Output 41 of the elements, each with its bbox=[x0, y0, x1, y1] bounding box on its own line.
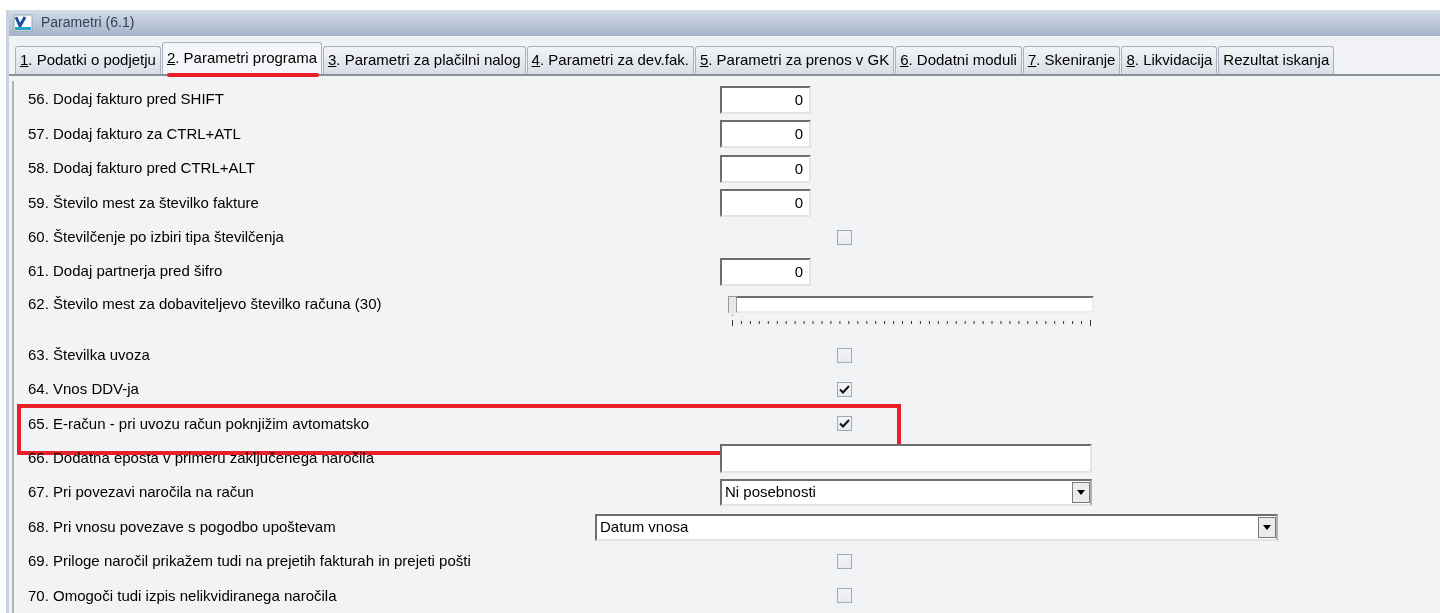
checkbox[interactable] bbox=[837, 553, 852, 569]
number-field[interactable]: 0 bbox=[720, 85, 811, 114]
tab[interactable]: Rezultat iskanja bbox=[1218, 45, 1335, 74]
tab[interactable]: 2. Parametri programa bbox=[161, 41, 322, 74]
setting-label: 61. Dodaj partnerja pred šifro bbox=[28, 261, 224, 282]
setting-label: 65. E-račun - pri uvozu račun poknjižim avtomatsko bbox=[28, 413, 370, 434]
setting-label: 63. Številka uvoza bbox=[28, 344, 151, 365]
setting-label: 70. Omogoči tudi izpis nelikvidiranega naročila bbox=[28, 585, 338, 606]
setting-label: 62. Število mest za dobaviteljevo številko računa (30) bbox=[28, 293, 383, 314]
setting-label: 59. Število mest za številko fakture bbox=[28, 192, 260, 213]
setting-label: 69. Priloge naročil prikažem tudi na prejetih fakturah in prejeti pošti bbox=[28, 551, 472, 572]
tab[interactable]: 4. Parametri za dev.fak. bbox=[526, 45, 694, 74]
checkbox[interactable] bbox=[837, 588, 852, 604]
setting-label: 56. Dodaj fakturo pred SHIFT bbox=[28, 89, 225, 110]
setting-label: 67. Pri povezavi naročila na račun bbox=[28, 482, 255, 503]
slider-thumb[interactable] bbox=[728, 295, 737, 316]
tab[interactable]: 7. Skeniranje bbox=[1022, 45, 1121, 74]
setting-label: 64. Vnos DDV-ja bbox=[28, 379, 140, 400]
dropdown[interactable]: Datum vnosa bbox=[595, 513, 1278, 541]
app-logo-icon bbox=[13, 13, 33, 32]
checkbox[interactable] bbox=[837, 229, 852, 245]
checkbox[interactable] bbox=[837, 416, 852, 432]
window-title: Parametri (6.1) bbox=[41, 13, 135, 33]
number-field[interactable]: 0 bbox=[720, 257, 811, 286]
tab[interactable]: 6. Dodatni moduli bbox=[895, 45, 1022, 74]
text-field[interactable] bbox=[720, 443, 1092, 473]
slider[interactable] bbox=[728, 295, 1094, 327]
tab[interactable]: 3. Parametri za plačilni nalog bbox=[323, 45, 526, 74]
setting-label: 68. Pri vnosu povezave s pogodbo upoštevam bbox=[28, 516, 337, 537]
setting-label: 60. Številčenje po izbiri tipa številčenja bbox=[28, 227, 285, 248]
checkbox[interactable] bbox=[837, 347, 852, 363]
tab[interactable]: 8. Likvidacija bbox=[1121, 45, 1218, 74]
checkbox[interactable] bbox=[837, 381, 852, 397]
tab[interactable]: 1. Podatki o podjetju bbox=[15, 45, 161, 74]
setting-label: 58. Dodaj fakturo pred CTRL+ALT bbox=[28, 158, 256, 179]
number-field[interactable]: 0 bbox=[720, 154, 811, 183]
number-field[interactable]: 0 bbox=[720, 188, 811, 217]
dropdown[interactable]: Ni posebnosti bbox=[720, 479, 1092, 507]
setting-label: 57. Dodaj fakturo za CTRL+ATL bbox=[28, 123, 242, 144]
tab[interactable]: 5. Parametri za prenos v GK bbox=[694, 45, 895, 74]
number-field[interactable]: 0 bbox=[720, 120, 811, 149]
